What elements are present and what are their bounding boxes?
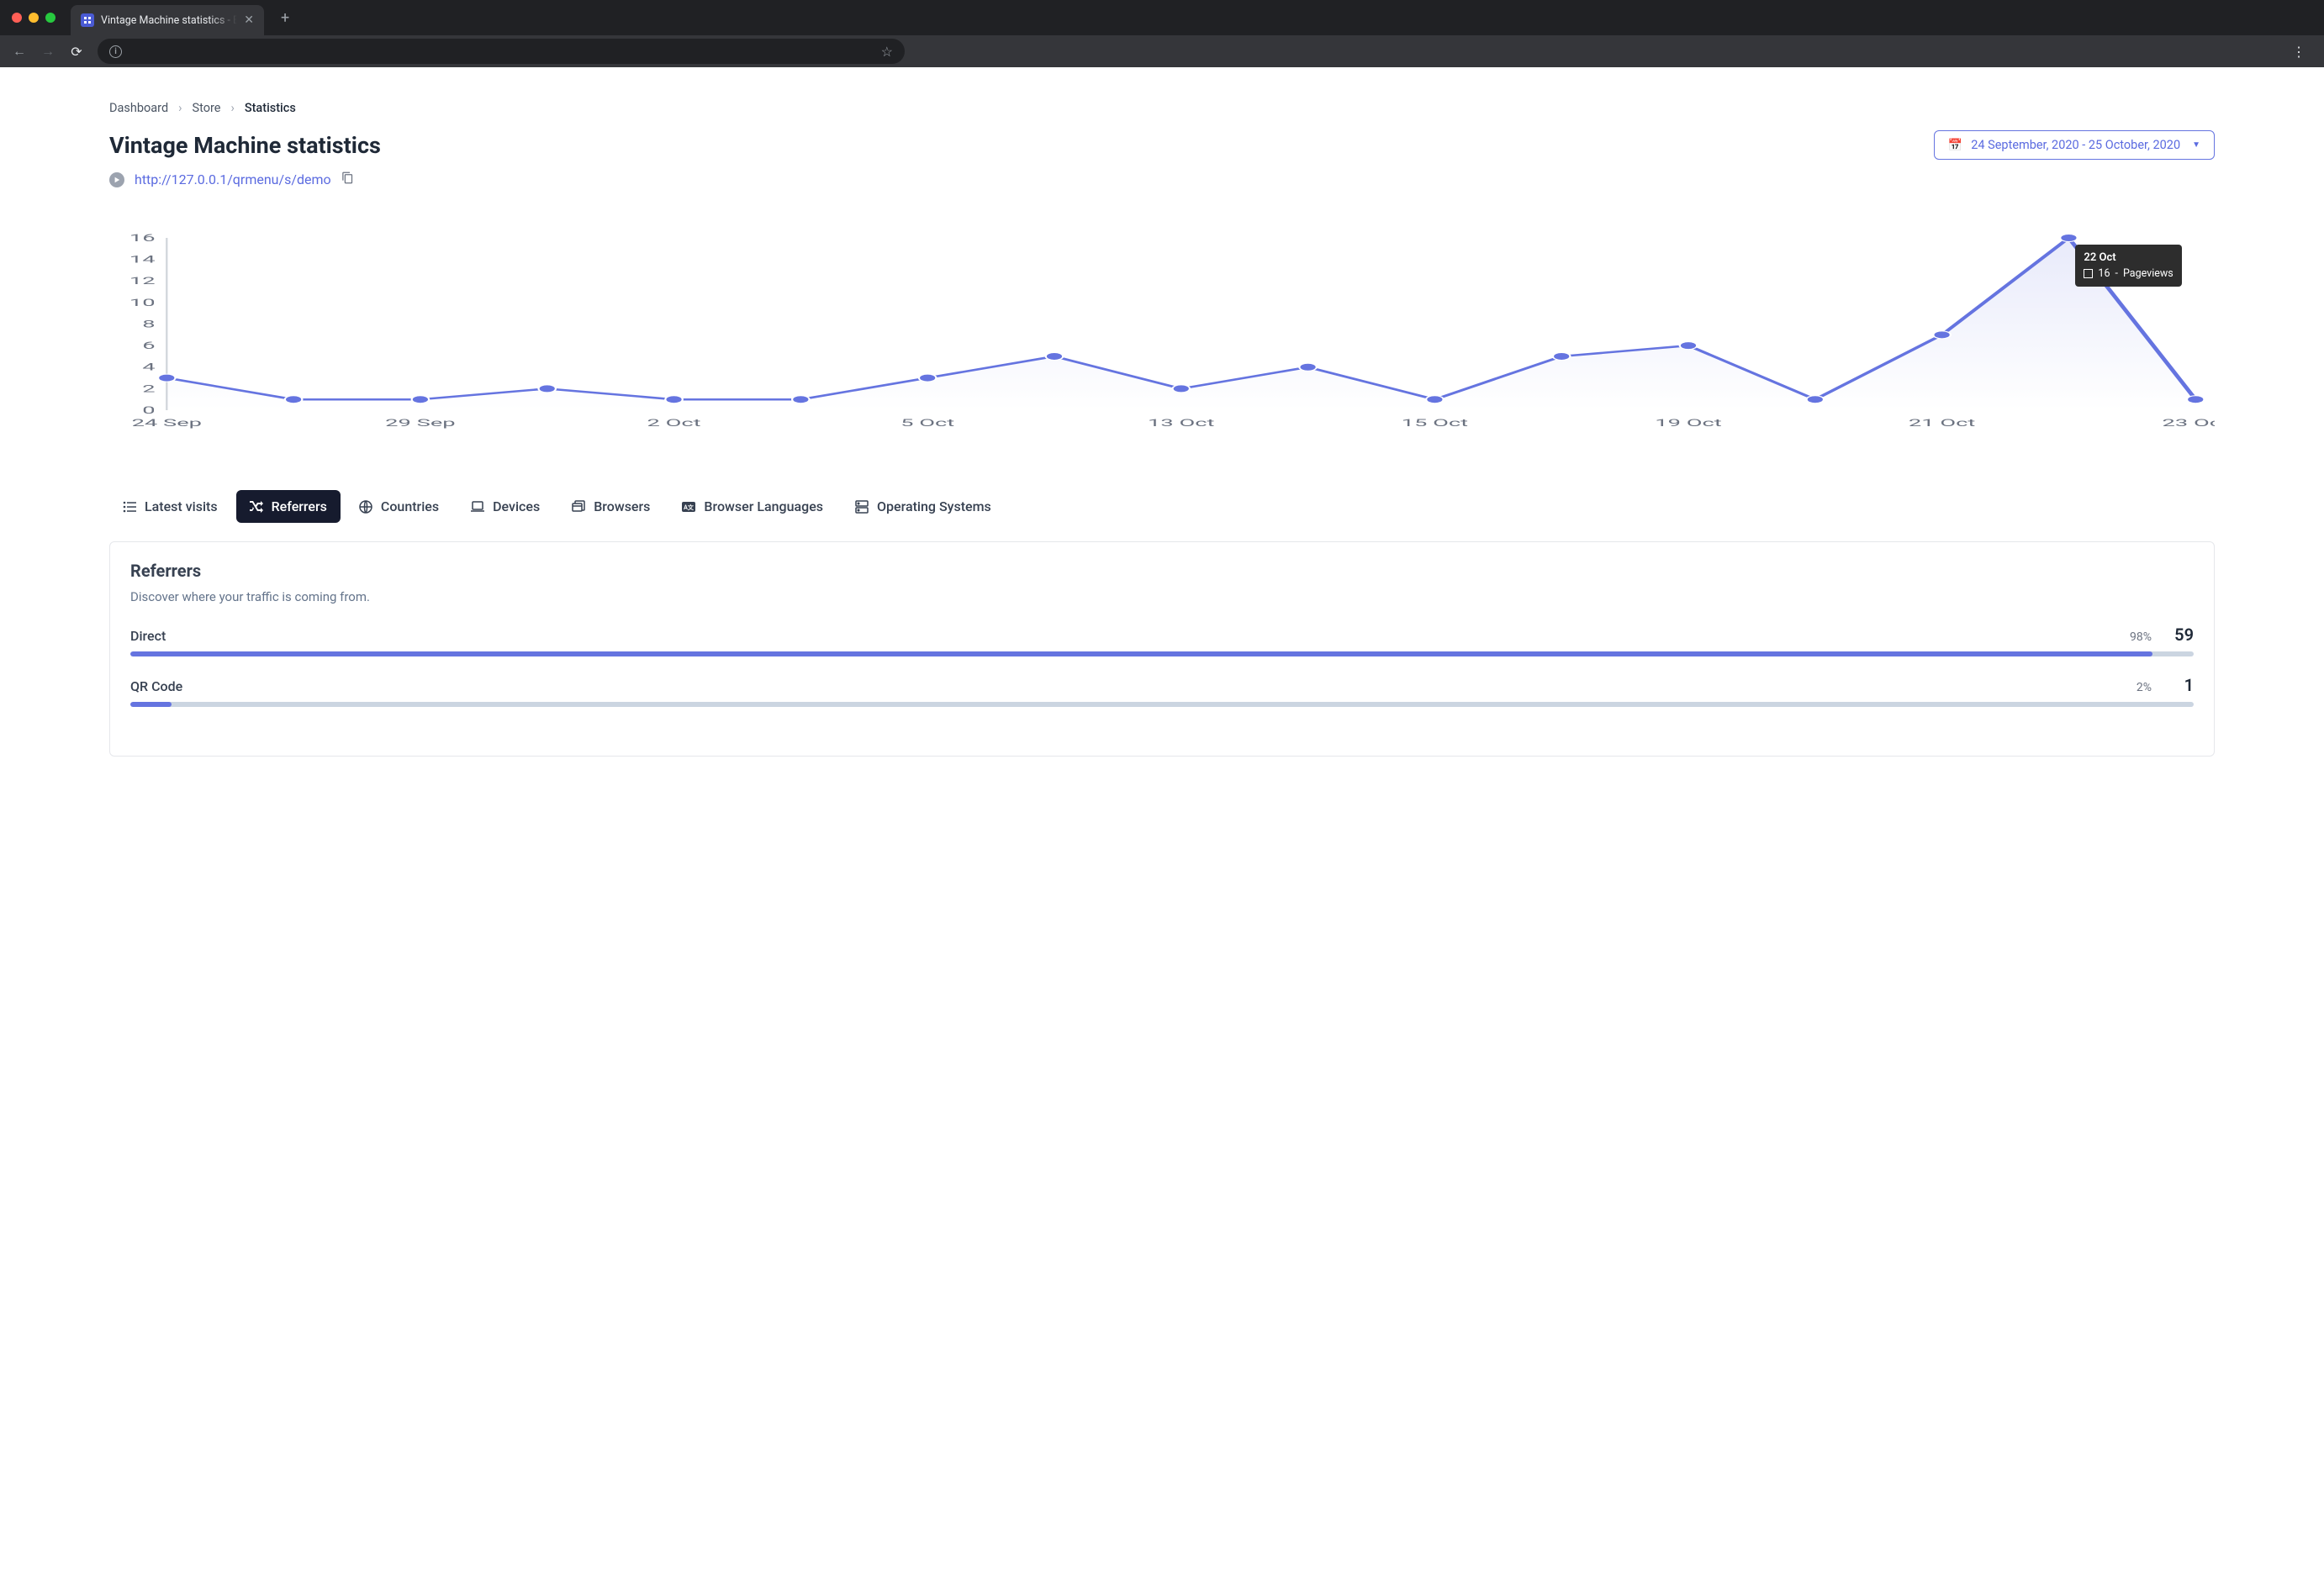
- tooltip-label: Pageviews: [2123, 267, 2173, 280]
- copy-icon[interactable]: [341, 171, 354, 187]
- bookmark-star-icon[interactable]: ☆: [881, 44, 893, 60]
- panel-title: Referrers: [130, 561, 2194, 581]
- referrer-row: Direct98% 59: [130, 625, 2194, 656]
- referrer-bar: [130, 702, 2194, 707]
- svg-text:29 Sep: 29 Sep: [385, 417, 455, 429]
- date-range-button[interactable]: 📅 24 September, 2020 - 25 October, 2020 …: [1934, 130, 2215, 160]
- favicon-icon: [81, 13, 94, 27]
- tooltip-legend-square: [2084, 269, 2093, 278]
- stats-tabs: Latest visits Referrers Countries Device…: [109, 490, 2215, 523]
- referrer-count: 1: [2170, 675, 2194, 695]
- list-icon: [123, 500, 136, 514]
- close-window-button[interactable]: [12, 13, 22, 23]
- laptop-icon: [471, 500, 484, 514]
- calendar-icon: 📅: [1948, 139, 1962, 152]
- tab-label: Latest visits: [145, 498, 218, 514]
- address-bar[interactable]: i ☆: [98, 39, 905, 64]
- chevron-right-icon: ›: [230, 101, 234, 115]
- globe-icon: [359, 500, 372, 514]
- referrers-panel: Referrers Discover where your traffic is…: [109, 541, 2215, 757]
- server-icon: [855, 500, 869, 514]
- tab-browser-languages[interactable]: A文 Browser Languages: [668, 490, 837, 523]
- tooltip-value: 16: [2098, 267, 2110, 280]
- svg-text:16: 16: [129, 232, 156, 244]
- tab-label: Browsers: [594, 498, 650, 514]
- referrer-name: Direct: [130, 628, 2130, 644]
- svg-text:8: 8: [142, 319, 155, 330]
- tab-label: Operating Systems: [877, 498, 991, 514]
- svg-text:15 Oct: 15 Oct: [1402, 417, 1469, 429]
- tab-label: Browser Languages: [704, 498, 823, 514]
- referrer-count: 59: [2170, 625, 2194, 645]
- svg-text:6: 6: [142, 340, 155, 351]
- svg-text:14: 14: [129, 254, 156, 266]
- referrer-pct: 2%: [2136, 681, 2152, 694]
- maximize-window-button[interactable]: [45, 13, 55, 23]
- svg-text:2 Oct: 2 Oct: [647, 417, 700, 429]
- svg-text:12: 12: [129, 275, 156, 287]
- browser-menu-button[interactable]: ⋮: [2285, 44, 2312, 60]
- svg-text:10: 10: [129, 297, 156, 308]
- referrer-name: QR Code: [130, 678, 2136, 694]
- svg-text:2: 2: [142, 383, 156, 395]
- tab-label: Countries: [381, 498, 439, 514]
- store-url-row: http://127.0.0.1/qrmenu/s/demo: [109, 171, 2215, 187]
- page-content: Dashboard › Store › Statistics Vintage M…: [0, 67, 2324, 790]
- referrer-pct: 98%: [2130, 630, 2152, 644]
- page-header: Vintage Machine statistics 📅 24 Septembe…: [109, 130, 2215, 160]
- pageviews-chart: 0 2 4 6 8 10 12 14 16 24 Sep 29 Sep 2 Oct 5 Oct 13 Oc…: [109, 229, 2215, 448]
- shuffle-icon: [250, 500, 263, 514]
- tab-bar: Vintage Machine statistics - Ez ✕ +: [0, 0, 2324, 35]
- address-bar-row: ← → ⟳ i ☆ ⋮: [0, 35, 2324, 67]
- close-tab-button[interactable]: ✕: [244, 13, 254, 27]
- language-icon: A文: [682, 500, 695, 514]
- chart-tooltip: 22 Oct 16 - Pageviews: [2075, 245, 2181, 287]
- reload-button[interactable]: ⟳: [69, 44, 84, 60]
- svg-text:24 Sep: 24 Sep: [132, 417, 202, 429]
- tab-label: Referrers: [272, 498, 327, 514]
- svg-text:23 Oct: 23 Oct: [2163, 417, 2215, 429]
- breadcrumb: Dashboard › Store › Statistics: [109, 101, 2215, 115]
- tab-devices[interactable]: Devices: [457, 490, 553, 523]
- play-circle-icon[interactable]: [109, 172, 124, 187]
- breadcrumb-store[interactable]: Store: [193, 101, 221, 115]
- tab-operating-systems[interactable]: Operating Systems: [842, 490, 1005, 523]
- chevron-right-icon: ›: [178, 101, 182, 115]
- tab-countries[interactable]: Countries: [346, 490, 452, 523]
- tab-label: Devices: [493, 498, 540, 514]
- breadcrumb-statistics: Statistics: [245, 101, 296, 115]
- svg-text:19 Oct: 19 Oct: [1655, 417, 1722, 429]
- minimize-window-button[interactable]: [29, 13, 39, 23]
- svg-text:13 Oct: 13 Oct: [1148, 417, 1215, 429]
- date-range-label: 24 September, 2020 - 25 October, 2020: [1971, 138, 2180, 152]
- page-title: Vintage Machine statistics: [109, 132, 381, 159]
- caret-down-icon: ▼: [2192, 140, 2200, 150]
- tooltip-date: 22 Oct: [2084, 251, 2173, 264]
- site-info-icon[interactable]: i: [109, 45, 122, 58]
- tab-title: Vintage Machine statistics - Ez: [101, 14, 237, 27]
- referrer-bar: [130, 651, 2194, 656]
- panel-subtitle: Discover where your traffic is coming fr…: [130, 589, 2194, 604]
- new-tab-button[interactable]: +: [271, 9, 299, 27]
- window-controls: [12, 13, 55, 23]
- store-url-link[interactable]: http://127.0.0.1/qrmenu/s/demo: [135, 171, 331, 187]
- tab-referrers[interactable]: Referrers: [236, 490, 341, 523]
- svg-text:A文: A文: [684, 504, 695, 511]
- chart-svg: 0 2 4 6 8 10 12 14 16 24 Sep 29 Sep 2 Oct 5 Oct 13 Oc…: [109, 229, 2215, 431]
- referrer-row: QR Code2% 1: [130, 675, 2194, 707]
- window-stack-icon: [572, 500, 585, 514]
- breadcrumb-dashboard[interactable]: Dashboard: [109, 101, 168, 115]
- browser-tab[interactable]: Vintage Machine statistics - Ez ✕: [71, 5, 264, 35]
- tab-latest-visits[interactable]: Latest visits: [109, 490, 231, 523]
- svg-text:0: 0: [142, 404, 155, 416]
- svg-text:5 Oct: 5 Oct: [901, 417, 954, 429]
- svg-text:21 Oct: 21 Oct: [1909, 417, 1976, 429]
- browser-chrome: Vintage Machine statistics - Ez ✕ + ← → …: [0, 0, 2324, 67]
- tab-browsers[interactable]: Browsers: [558, 490, 663, 523]
- svg-text:4: 4: [142, 361, 156, 373]
- forward-button[interactable]: →: [40, 43, 55, 60]
- back-button[interactable]: ←: [12, 43, 27, 60]
